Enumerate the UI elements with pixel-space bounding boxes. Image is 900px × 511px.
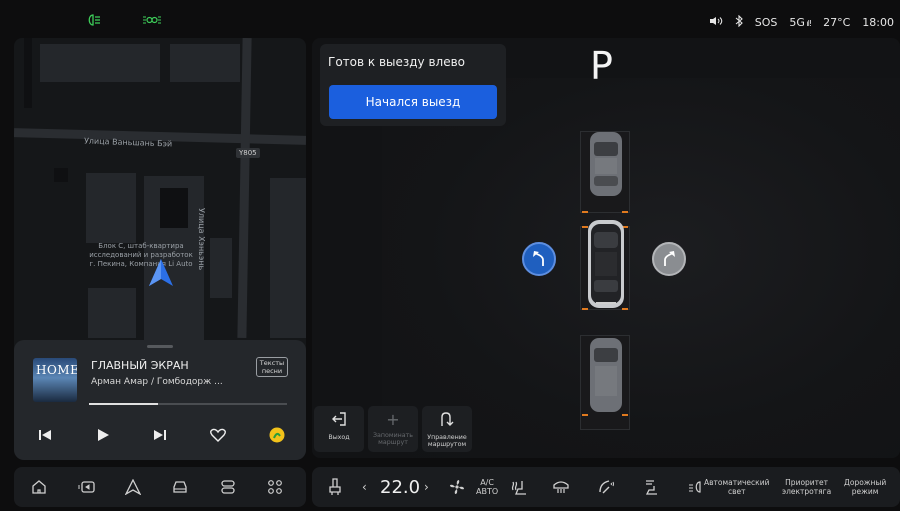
road-mode-button[interactable]: Дорожный режим xyxy=(844,467,886,507)
drag-handle[interactable] xyxy=(147,345,173,348)
street-label-1: Улица Ваньшань Бэй xyxy=(83,136,173,149)
exit-status-title: Готов к выезду влево xyxy=(328,55,466,69)
parking-lights-icon xyxy=(142,14,162,29)
seat-icon[interactable] xyxy=(328,467,342,507)
music-app-icon[interactable] xyxy=(266,424,288,446)
own-car xyxy=(586,218,626,314)
network-indicator: 5G ıl! xyxy=(789,16,812,29)
turn-left-arrow-icon xyxy=(533,251,544,266)
ac-auto-button[interactable]: A/C АВТО xyxy=(476,467,498,507)
temp-increase-chevron-icon[interactable]: › xyxy=(424,467,429,507)
home-icon[interactable] xyxy=(28,477,50,497)
seat-ventilation-icon[interactable] xyxy=(642,467,660,507)
playback-progress-fill xyxy=(89,403,159,405)
climate-bar: ‹ 22.0 › A/C АВТО Автоматический свет Пр… xyxy=(312,467,900,507)
navigation-icon[interactable] xyxy=(122,477,144,497)
parked-car-front xyxy=(588,130,624,202)
screen-root: SOS 5G ıl! 27°C 18:00 Улица Ваньшань Бэй… xyxy=(0,0,900,511)
ev-priority-button[interactable]: Приоритет электротяга xyxy=(782,467,831,507)
street-label-2: Улица Хэньэнь xyxy=(197,208,206,271)
exit-parking-button[interactable]: Выход xyxy=(314,406,364,452)
favorite-heart-icon[interactable] xyxy=(207,424,229,446)
route-icon xyxy=(422,411,472,431)
exit-left-button[interactable] xyxy=(522,242,556,276)
plus-icon: + xyxy=(386,410,400,429)
exit-status-card: Готов к выезду влево Начался выезд xyxy=(320,44,506,126)
playback-progress-bar[interactable] xyxy=(89,403,287,405)
exit-right-button[interactable] xyxy=(652,242,686,276)
outside-temperature: 27°C xyxy=(823,16,851,29)
next-track-button[interactable] xyxy=(149,424,171,446)
road-shield: Y805 xyxy=(236,148,260,158)
media-icon[interactable] xyxy=(76,477,98,497)
temp-decrease-chevron-icon[interactable]: ‹ xyxy=(362,467,367,507)
album-art: HOME xyxy=(33,358,77,402)
controls-icon[interactable] xyxy=(217,477,239,497)
song-artist: Арман Амар / Гомбодорж ... xyxy=(91,377,223,387)
bluetooth-icon[interactable] xyxy=(735,14,743,30)
apps-icon[interactable] xyxy=(264,477,286,497)
previous-track-button[interactable] xyxy=(34,424,56,446)
clock: 18:00 xyxy=(862,16,894,29)
status-bar: SOS 5G ıl! 27°C 18:00 xyxy=(0,10,900,36)
sos-button[interactable]: SOS xyxy=(755,16,778,29)
song-title: ГЛАВНЫЙ ЭКРАН xyxy=(91,359,189,372)
rear-defrost-icon[interactable] xyxy=(552,467,570,507)
media-player-card[interactable]: HOME ГЛАВНЫЙ ЭКРАН Арман Амар / Гомбодор… xyxy=(14,340,306,460)
gear-indicator: P xyxy=(590,44,613,88)
turn-right-arrow-icon xyxy=(664,251,675,266)
app-dock xyxy=(14,467,306,507)
current-location-arrow-icon xyxy=(147,258,175,288)
steering-heat-icon[interactable] xyxy=(597,467,615,507)
parking-assist-panel: Готов к выезду влево Начался выезд P Вых… xyxy=(312,38,900,458)
remember-route-button[interactable]: + Запоминать маршрут xyxy=(368,406,418,452)
auto-light-button[interactable]: Автоматический свет xyxy=(704,467,769,507)
volume-icon[interactable] xyxy=(709,16,723,29)
start-exit-button[interactable]: Начался выезд xyxy=(329,85,497,119)
route-control-button[interactable]: Управление маршрутом xyxy=(422,406,472,452)
poi-label: Блок С, штаб-квартира исследований и раз… xyxy=(89,242,193,268)
headlights-icon xyxy=(86,14,102,29)
cabin-temperature[interactable]: 22.0 xyxy=(380,467,420,507)
parked-car-rear xyxy=(588,336,624,418)
play-button[interactable] xyxy=(92,424,114,446)
lyrics-button[interactable]: Тексты песни xyxy=(256,357,288,377)
seat-heat-icon[interactable] xyxy=(510,467,528,507)
exit-icon xyxy=(314,411,364,431)
car-icon[interactable] xyxy=(169,477,191,497)
fan-icon[interactable] xyxy=(448,467,466,507)
